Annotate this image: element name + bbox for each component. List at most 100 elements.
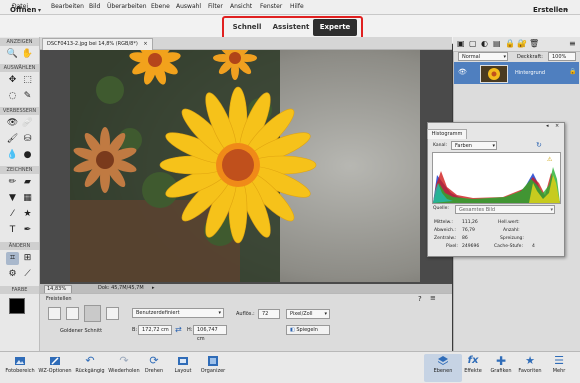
height-field[interactable]: 106,747 cm: [193, 325, 227, 342]
menu-filter[interactable]: Filter: [208, 3, 223, 10]
open-button[interactable]: Öffnen: [10, 6, 36, 14]
marquee-icon[interactable]: ⬚: [21, 74, 34, 87]
undo-label: Rückgängig: [75, 368, 105, 374]
tab-expert[interactable]: Experte: [313, 19, 357, 36]
crop-overlay-thirds-button[interactable]: [66, 307, 79, 320]
unit-select[interactable]: Pixel/Zoll ▾: [286, 309, 330, 319]
swap-dimensions-icon[interactable]: ⇄: [175, 325, 182, 334]
lock-icon[interactable]: 🔒: [505, 39, 515, 48]
section-enhance: VERBESSERN: [0, 107, 39, 115]
photo-bin-button[interactable]: Fotobereich: [1, 354, 39, 382]
resolution-field[interactable]: 72: [258, 309, 280, 319]
section-view: ANZEIGEN: [0, 38, 39, 46]
visibility-eye-icon[interactable]: 👁: [458, 68, 467, 76]
stat-value: 249696: [462, 244, 480, 249]
graphics-icon: ✚: [495, 354, 507, 368]
eraser-icon[interactable]: ▰: [21, 176, 34, 189]
width-field[interactable]: 172,72 cm: [138, 325, 172, 335]
hand-icon[interactable]: ✋: [21, 48, 34, 61]
lock-all-icon[interactable]: 🔐: [517, 39, 527, 48]
warning-icon: ⚠: [547, 156, 553, 163]
zoom-icon[interactable]: 🔍: [6, 48, 19, 61]
status-menu-arrow-icon[interactable]: ▸: [152, 284, 155, 293]
lasso-icon[interactable]: ◌: [6, 90, 19, 103]
chevron-down-icon: ▾: [550, 207, 553, 213]
options-menu-icon[interactable]: ≡: [430, 294, 436, 302]
blur-icon[interactable]: 💧: [6, 149, 19, 162]
document-tab[interactable]: DSCF0413-2.jpg bei 14,8% (RGB/8*) ×: [42, 38, 153, 50]
red-eye-icon[interactable]: 👁: [6, 117, 19, 130]
stat-label: Mittelw.:: [434, 220, 453, 225]
collapse-icon[interactable]: ◂: [546, 123, 549, 129]
type-icon[interactable]: T: [6, 224, 19, 237]
channel-select[interactable]: Farben ▾: [451, 141, 497, 150]
stat-label: Spreizung:: [500, 236, 524, 241]
menu-layer[interactable]: Ebene: [151, 3, 170, 10]
undo-button[interactable]: ↶ Rückgängig: [71, 354, 109, 382]
blend-mode-select[interactable]: Normal ▾: [458, 52, 508, 61]
source-select[interactable]: Gesamtes Bild ▾: [455, 205, 555, 214]
bottom-bar: Fotobereich WZ-Optionen ↶ Rückgängig ↷ W…: [0, 351, 580, 383]
new-layer-icon[interactable]: ▣: [457, 39, 465, 48]
pencil-icon[interactable]: ✏: [6, 176, 19, 189]
clone-stamp-icon[interactable]: ⛁: [21, 133, 34, 146]
spot-heal-icon[interactable]: 🩹: [21, 117, 34, 130]
stat-label: Abweich.:: [434, 228, 456, 233]
adjustment-layer-icon[interactable]: ◐: [481, 39, 488, 48]
recompose-icon[interactable]: ⊞: [21, 252, 34, 265]
shape-icon[interactable]: ★: [21, 208, 34, 221]
crop-overlay-golden-button[interactable]: [84, 305, 101, 322]
menu-view[interactable]: Ansicht: [230, 3, 252, 10]
histogram-tab[interactable]: Histogramm: [427, 129, 467, 139]
tool-name: Freistellen: [46, 296, 72, 302]
mask-icon[interactable]: ▤: [493, 39, 501, 48]
mirror-icon: ◧: [290, 327, 295, 333]
create-button[interactable]: Erstellen: [533, 6, 568, 14]
move-icon[interactable]: ✥: [6, 74, 19, 87]
menu-window[interactable]: Fenster: [260, 3, 282, 10]
layers-icon: [437, 355, 449, 367]
brush-icon[interactable]: 🖌: [6, 133, 19, 146]
gradient-icon[interactable]: ▦: [21, 192, 34, 205]
channel-label: Kanal:: [433, 143, 448, 148]
help-icon[interactable]: ?: [418, 295, 422, 303]
paint-bucket-icon[interactable]: ▼: [6, 192, 19, 205]
quick-select-icon[interactable]: ✎: [21, 90, 34, 103]
refresh-icon[interactable]: ↻: [536, 141, 542, 149]
stat-value: 76,79: [462, 228, 475, 233]
tab-quick[interactable]: Schnell: [230, 19, 264, 36]
menu-image[interactable]: Bild: [89, 3, 100, 10]
straighten-icon[interactable]: ⟋: [21, 268, 34, 281]
close-icon[interactable]: ×: [555, 123, 559, 129]
menu-enhance[interactable]: Überarbeiten: [107, 3, 147, 10]
smart-brush-icon[interactable]: ✒: [21, 224, 34, 237]
content-move-icon[interactable]: ⚙: [6, 268, 19, 281]
photo-canvas[interactable]: [70, 50, 420, 282]
section-select: AUSWÄHLEN: [0, 64, 39, 72]
opacity-field[interactable]: 100%: [548, 52, 576, 61]
new-group-icon[interactable]: ▢: [469, 39, 477, 48]
chevron-down-icon[interactable]: ▾: [565, 7, 568, 14]
preset-select[interactable]: Benutzerdefiniert ▾: [132, 308, 224, 318]
crop-icon[interactable]: ⌗: [6, 252, 19, 265]
chevron-down-icon[interactable]: ▾: [38, 7, 41, 14]
delete-layer-icon[interactable]: 🗑: [529, 39, 539, 48]
tool-options-button[interactable]: WZ-Optionen: [36, 354, 74, 382]
tab-guided[interactable]: Assistent: [270, 19, 312, 36]
sponge-icon[interactable]: ●: [21, 149, 34, 162]
crop-overlay-grid-button[interactable]: [106, 307, 119, 320]
crop-overlay-none-button[interactable]: [48, 307, 61, 320]
close-icon[interactable]: ×: [143, 41, 147, 47]
menu-select[interactable]: Auswahl: [176, 3, 201, 10]
stat-label: Hell.wert:: [498, 220, 520, 225]
panel-menu-icon[interactable]: ≡: [569, 39, 576, 48]
redo-icon: ↷: [119, 354, 129, 367]
organizer-button[interactable]: Organizer: [194, 354, 232, 382]
menu-edit[interactable]: Bearbeiten: [51, 3, 84, 10]
layer-thumbnail: [480, 65, 508, 83]
mirror-button[interactable]: ◧ Spiegeln: [286, 325, 330, 335]
menu-help[interactable]: Hilfe: [290, 3, 304, 10]
more-button[interactable]: ☰ Mehr: [540, 354, 578, 382]
foreground-color-swatch[interactable]: [9, 298, 25, 314]
eyedropper-icon[interactable]: ⁄: [6, 208, 19, 221]
